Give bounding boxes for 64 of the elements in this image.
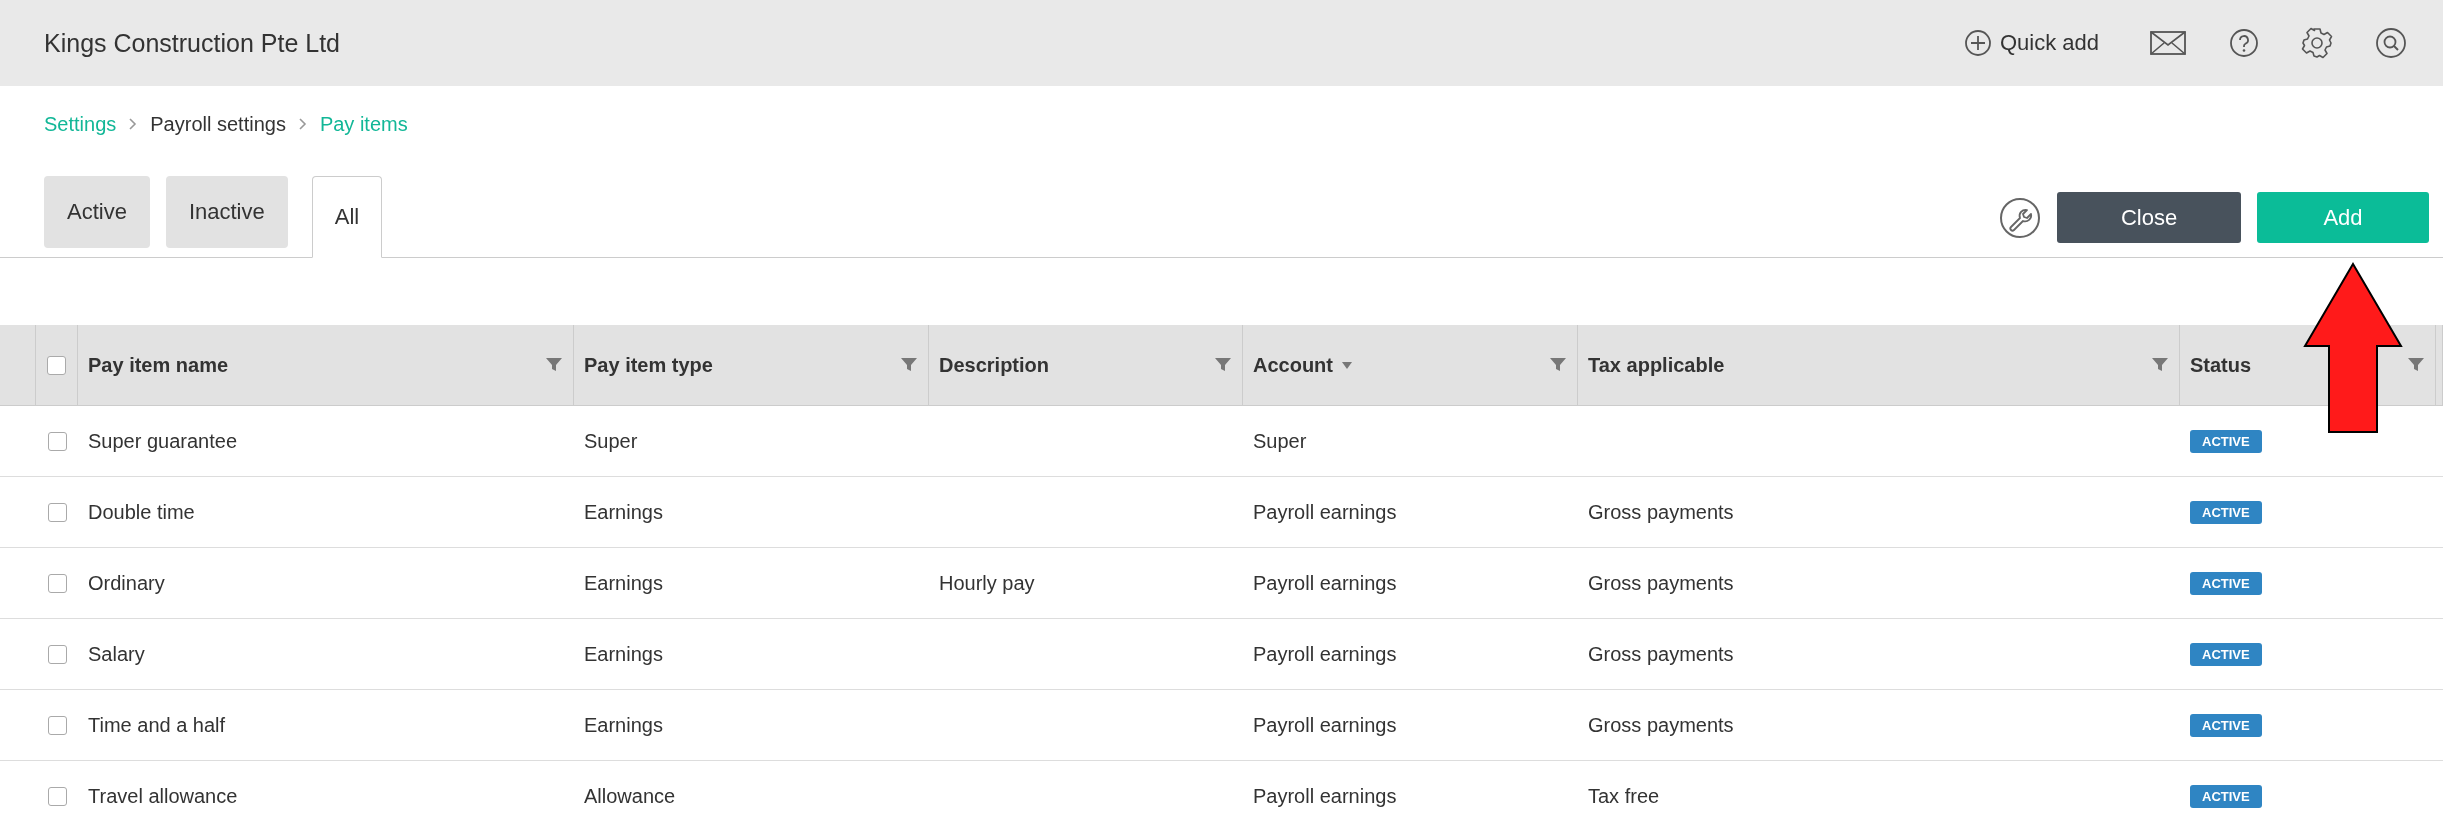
tab[interactable]: Inactive	[165, 176, 288, 248]
company-title: Kings Construction Pte Ltd	[44, 28, 340, 58]
status-badge: ACTIVE	[2190, 571, 2262, 595]
column-header[interactable]: Description	[929, 325, 1243, 405]
settings-icon[interactable]	[2301, 27, 2333, 59]
status-badge: ACTIVE	[2190, 642, 2262, 666]
row-checkbox[interactable]	[47, 644, 67, 664]
search-icon[interactable]	[2375, 27, 2407, 59]
table-cell: Earnings	[584, 642, 663, 666]
tab[interactable]: All	[311, 176, 383, 258]
table-cell: Payroll earnings	[1253, 784, 1397, 808]
table-cell: Gross payments	[1588, 571, 1734, 595]
status-badge: ACTIVE	[2190, 429, 2262, 453]
table-cell: Earnings	[584, 500, 663, 524]
wrench-icon[interactable]	[1999, 196, 2041, 239]
table-cell: Double time	[88, 500, 195, 524]
plus-circle-icon	[1963, 29, 1992, 57]
status-badge: ACTIVE	[2190, 784, 2262, 808]
table-cell: Earnings	[584, 571, 663, 595]
filter-icon[interactable]	[900, 357, 918, 373]
chevron-icon	[297, 117, 308, 131]
table-cell: Ordinary	[88, 571, 165, 595]
column-header[interactable]: Pay item name	[78, 325, 574, 405]
table-cell: Allowance	[584, 784, 676, 808]
row-checkbox[interactable]	[47, 786, 67, 806]
filter-icon[interactable]	[1214, 357, 1232, 373]
select-all-checkbox[interactable]	[47, 355, 66, 375]
filter-icon[interactable]	[545, 357, 563, 373]
table-cell: Gross payments	[1588, 500, 1734, 524]
row-checkbox[interactable]	[47, 573, 67, 593]
breadcrumb-text: Payroll settings	[150, 112, 286, 136]
status-badge: ACTIVE	[2190, 713, 2262, 737]
filter-icon[interactable]	[2151, 357, 2169, 373]
table-cell: Gross payments	[1588, 713, 1734, 737]
help-icon[interactable]	[2229, 28, 2259, 58]
chevron-icon	[128, 117, 139, 131]
quick-add-button[interactable]: Quick add	[1963, 29, 2099, 57]
table-cell: Salary	[88, 642, 145, 666]
row-checkbox[interactable]	[47, 431, 67, 451]
table-cell: Gross payments	[1588, 642, 1734, 666]
row-checkbox[interactable]	[47, 715, 67, 735]
column-header[interactable]: Tax applicable	[1578, 325, 2180, 405]
column-header[interactable]: Account	[1243, 325, 1578, 405]
table-cell: Payroll earnings	[1253, 571, 1397, 595]
table-cell: Payroll earnings	[1253, 713, 1397, 737]
sort-arrow-icon	[1341, 360, 1353, 370]
tab[interactable]: Active	[44, 176, 150, 248]
table-cell: Payroll earnings	[1253, 642, 1397, 666]
status-badge: ACTIVE	[2190, 500, 2262, 524]
row-checkbox[interactable]	[47, 502, 67, 522]
table-cell: Travel allowance	[88, 784, 238, 808]
table-cell: Super	[584, 429, 638, 453]
table-cell: Super	[1253, 429, 1307, 453]
close-button[interactable]: Close	[2057, 192, 2241, 243]
column-header[interactable]: Pay item type	[574, 325, 929, 405]
table-cell: Tax free	[1588, 784, 1660, 808]
table-cell: Time and a half	[88, 713, 226, 737]
table-cell: Super guarantee	[88, 429, 237, 453]
filter-icon[interactable]	[2407, 357, 2425, 373]
table-cell: Earnings	[584, 713, 663, 737]
mail-icon[interactable]	[2149, 29, 2187, 57]
filter-icon[interactable]	[1549, 357, 1567, 373]
table-cell: Payroll earnings	[1253, 500, 1397, 524]
table-cell: Hourly pay	[939, 571, 1035, 595]
